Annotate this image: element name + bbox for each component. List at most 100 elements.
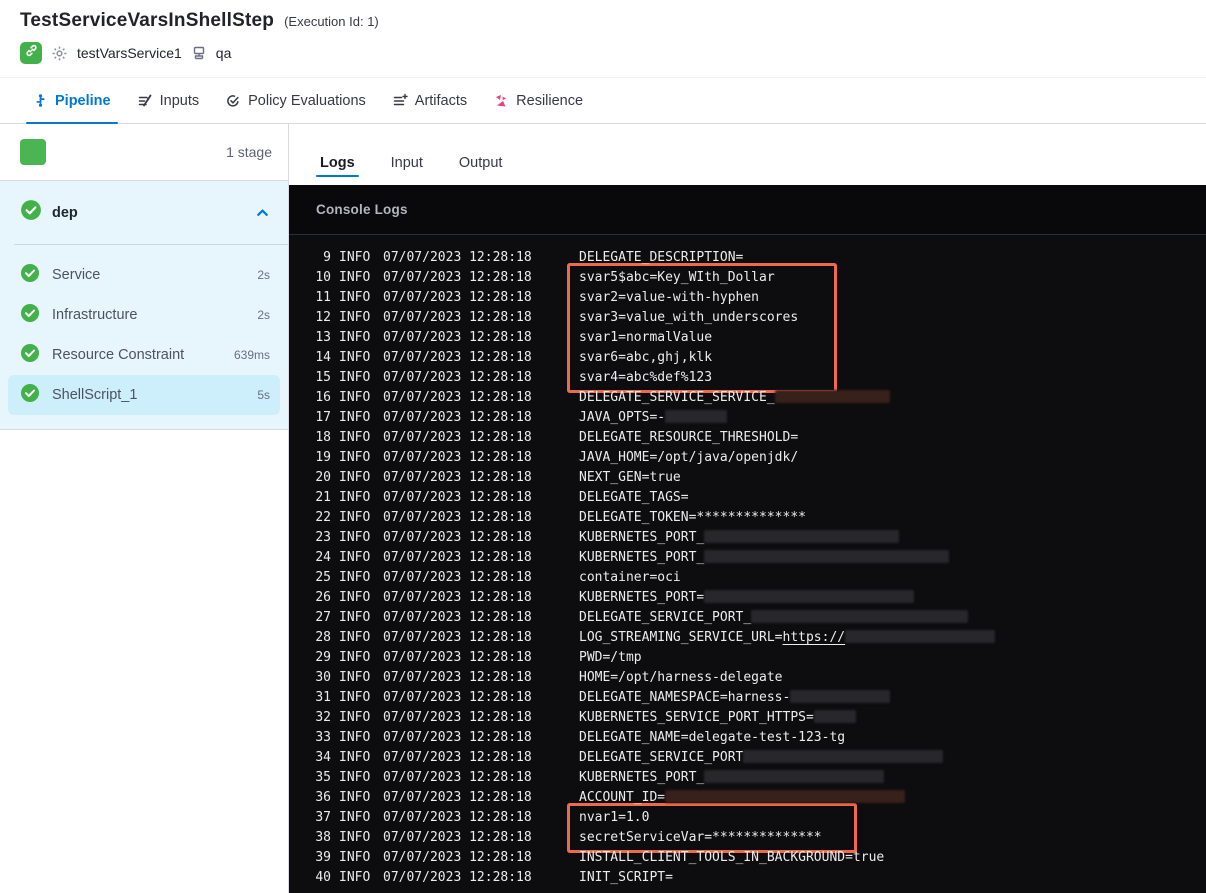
log-text: svar6=abc,ghj,klk [579,350,713,365]
log-timestamp: 07/07/2023 12:28:18 [383,770,532,785]
log-text: DELEGATE_RESOURCE_THRESHOLD= [579,430,799,445]
step-label: Resource Constraint [52,347,185,363]
log-line-number: 15 [315,370,331,385]
step-label: Infrastructure [52,307,138,323]
step-item-service[interactable]: Service 2s [8,255,280,295]
tab-artifacts[interactable]: Artifacts [379,78,480,123]
log-timestamp: 07/07/2023 12:28:18 [383,310,532,325]
divider [14,244,288,245]
log-line-number: 27 [315,610,331,625]
log-text: LOG_STREAMING_SERVICE_URL= [579,630,783,645]
log-level: INFO [339,770,371,785]
tab-label: Artifacts [414,92,468,109]
log-text: DELEGATE_SERVICE_SERVICE_ [579,390,775,405]
log-text: container=oci [579,570,681,585]
log-timestamp: 07/07/2023 12:28:18 [383,830,532,845]
log-level: INFO [339,750,371,765]
log-text: KUBERNETES_SERVICE_PORT_HTTPS= [579,710,814,725]
log-message-text: NEXT_GEN=true [579,470,681,485]
artifacts-icon [392,93,408,109]
redacted-value [743,750,944,763]
log-line: 11 INFO 07/07/2023 12:28:18 svar2=value-wit… [289,288,1206,308]
log-timestamp: 07/07/2023 12:28:18 [383,850,532,865]
log-message: svar5$abc=Key_WIth_Dollar [567,263,837,288]
chevron-up-icon[interactable] [255,205,270,220]
log-line: 32 INFO 07/07/2023 12:28:18 KUBERNETES_SERV… [289,708,1206,728]
log-line-number: 39 [315,850,331,865]
log-line: 38 INFO 07/07/2023 12:28:18 secretServiceVa… [289,828,1206,853]
log-level: INFO [339,730,371,745]
link-icon [25,44,38,62]
log-message-text: KUBERNETES_PORT_ [579,550,950,565]
log-timestamp: 07/07/2023 12:28:18 [383,550,532,565]
log-message-text: DELEGATE_DESCRIPTION= [579,250,743,265]
log-timestamp: 07/07/2023 12:28:18 [383,370,532,385]
log-line: 26 INFO 07/07/2023 12:28:18 KUBERNETES_PORT… [289,588,1206,608]
tab-policy-evaluations[interactable]: Policy Evaluations [212,78,379,123]
log-link[interactable]: https:// [783,630,846,645]
log-message: LOG_STREAMING_SERVICE_URL=https:// [579,628,996,648]
tab-inputs[interactable]: Inputs [124,78,213,123]
execution-header: TestServiceVarsInShellStep (Execution Id… [0,0,1206,78]
log-timestamp: 07/07/2023 12:28:18 [383,510,532,525]
log-text: JAVA_HOME=/opt/java/openjdk/ [579,450,799,465]
log-timestamp: 07/07/2023 12:28:18 [383,790,532,805]
tab-pipeline[interactable]: Pipeline [20,78,124,124]
log-line: 19 INFO 07/07/2023 12:28:18 JAVA_HOME=/opt/… [289,448,1206,468]
log-level: INFO [339,530,371,545]
log-line: 12 INFO 07/07/2023 12:28:18 svar3=value_wit… [289,308,1206,328]
tab-resilience[interactable]: Resilience [480,78,596,123]
log-text: DELEGATE_DESCRIPTION= [579,250,744,265]
log-level: INFO [339,290,371,305]
log-level: INFO [339,390,371,405]
environment-name[interactable]: qa [216,45,232,61]
log-line: 22 INFO 07/07/2023 12:28:18 DELEGATE_TOKEN=… [289,508,1206,528]
log-message: INSTALL_CLIENT_TOOLS_IN_BACKGROUND=true [579,848,884,868]
log-message: container=oci [579,568,681,588]
log-level: INFO [339,350,371,365]
log-line-number: 17 [315,410,331,425]
step-item-infrastructure[interactable]: Infrastructure 2s [8,295,280,335]
log-timestamp: 07/07/2023 12:28:18 [383,270,532,285]
log-timestamp: 07/07/2023 12:28:18 [383,290,532,305]
step-duration: 639ms [233,348,270,362]
stage-header-dep[interactable]: dep [0,181,288,244]
log-tab-input[interactable]: Input [387,155,427,185]
log-level: INFO [339,310,371,325]
check-circle-icon [20,199,42,226]
log-line: 39 INFO 07/07/2023 12:28:18 INSTALL_CLIENT_… [289,848,1206,868]
log-timestamp: 07/07/2023 12:28:18 [383,490,532,505]
log-text: ACCOUNT_ID= [579,790,666,805]
console-log-area[interactable]: 9 INFO 07/07/2023 12:28:18 DELEGATE_DESCRIP… [289,235,1206,893]
log-line-number: 20 [315,470,331,485]
stage-count-label: 1 stage [226,144,272,160]
log-line-number: 13 [315,330,331,345]
step-item-shellscript-1[interactable]: ShellScript_1 5s [8,375,280,415]
log-level: INFO [339,570,371,585]
log-line: 15 INFO 07/07/2023 12:28:18 svar4=abc%def%1… [289,368,1206,393]
log-message: svar6=abc,ghj,klk [567,348,837,368]
log-level: INFO [339,610,371,625]
log-message: PWD=/tmp [579,648,642,668]
log-line: 35 INFO 07/07/2023 12:28:18 KUBERNETES_PORT… [289,768,1206,788]
service-name[interactable]: testVarsService1 [77,45,182,61]
redacted-value [751,610,969,623]
log-timestamp: 07/07/2023 12:28:18 [383,590,532,605]
log-tab-output[interactable]: Output [455,155,507,185]
log-message: DELEGATE_RESOURCE_THRESHOLD= [579,428,798,448]
log-pane: Logs Input Output Console Logs 9 INFO 07/07/… [289,124,1206,893]
redacted-value [774,390,890,403]
log-level: INFO [339,270,371,285]
tab-label: Inputs [159,92,200,109]
log-message: INIT_SCRIPT= [579,868,673,888]
log-text: svar2=value-with-hyphen [579,290,760,305]
step-item-resource-constraint[interactable]: Resource Constraint 639ms [8,335,280,375]
page-title: TestServiceVarsInShellStep [20,10,275,31]
log-text: INIT_SCRIPT= [579,870,673,885]
log-tab-logs[interactable]: Logs [316,155,359,185]
log-text: nvar1=1.0 [579,810,650,825]
pipeline-icon [33,93,48,108]
log-message-text: nvar1=1.0 [579,810,649,825]
log-text: INSTALL_CLIENT_TOOLS_IN_BACKGROUND=true [579,850,885,865]
log-line-number: 9 [323,250,331,265]
